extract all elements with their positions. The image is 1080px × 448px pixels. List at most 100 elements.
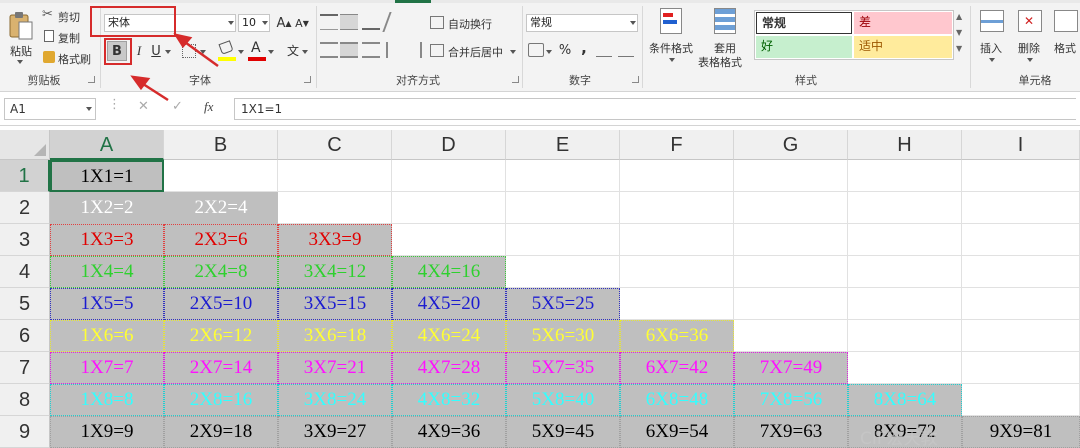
number-launcher-icon[interactable] [632, 76, 639, 83]
column-header-h[interactable]: H [848, 130, 962, 160]
cell-d4[interactable]: 4X4=16 [392, 256, 506, 288]
cell-a3[interactable]: 1X3=3 [50, 224, 164, 256]
cell-a6[interactable]: 1X6=6 [50, 320, 164, 352]
row-header-2[interactable]: 2 [0, 192, 50, 224]
font-name-dropdown-icon[interactable] [228, 21, 234, 25]
column-header-e[interactable]: E [506, 130, 620, 160]
increase-decimal-button[interactable] [596, 43, 612, 57]
cell-f9[interactable]: 6X9=54 [620, 416, 734, 448]
underline-button[interactable]: U [148, 41, 164, 61]
cell-d5[interactable]: 4X5=20 [392, 288, 506, 320]
cell-i9[interactable]: 9X9=81 [962, 416, 1080, 448]
cell-c4[interactable]: 3X4=12 [278, 256, 392, 288]
decrease-indent-button[interactable] [386, 42, 402, 58]
cut-button[interactable]: ✂ 剪切 [42, 7, 90, 24]
name-box[interactable]: A1 [4, 98, 96, 120]
cell-b6[interactable]: 2X6=12 [164, 320, 278, 352]
font-color-button[interactable]: A [248, 40, 266, 62]
fill-color-dropdown-icon[interactable] [238, 50, 244, 54]
font-color-dropdown-icon[interactable] [268, 50, 274, 54]
merge-center-button[interactable]: 合并后居中 [430, 42, 520, 60]
number-format-select[interactable]: 常规 [526, 14, 638, 32]
format-as-table-button[interactable]: 套用 表格格式 [698, 6, 752, 69]
cell-b7[interactable]: 2X7=14 [164, 352, 278, 384]
cancel-icon[interactable]: ✕ [138, 99, 149, 114]
increase-indent-button[interactable] [406, 42, 422, 58]
decrease-decimal-button[interactable] [618, 43, 634, 57]
gallery-scroll-down-icon[interactable]: ▼ [956, 28, 966, 40]
align-left-button[interactable] [320, 42, 338, 58]
paste-button[interactable]: 粘贴 [4, 6, 38, 64]
name-box-dropdown-icon[interactable] [86, 107, 92, 111]
format-painter-button[interactable]: 格式刷 [42, 50, 96, 66]
style-neutral[interactable]: 适中 [854, 36, 952, 58]
cell-b4[interactable]: 2X4=8 [164, 256, 278, 288]
align-bottom-button[interactable] [362, 14, 380, 30]
align-right-button[interactable] [362, 42, 380, 58]
row-header-3[interactable]: 3 [0, 224, 50, 256]
cell-c3[interactable]: 3X3=9 [278, 224, 392, 256]
align-top-button[interactable] [320, 14, 338, 30]
cell-c9[interactable]: 3X9=27 [278, 416, 392, 448]
column-header-g[interactable]: G [734, 130, 848, 160]
italic-button[interactable]: I [130, 41, 148, 61]
column-header-b[interactable]: B [164, 130, 278, 160]
cell-d9[interactable]: 4X9=36 [392, 416, 506, 448]
cell-c5[interactable]: 3X5=15 [278, 288, 392, 320]
format-cells-button[interactable]: 格式 [1050, 6, 1080, 68]
conditional-format-button[interactable]: 条件格式 [646, 6, 698, 68]
cell-a8[interactable]: 1X8=8 [50, 384, 164, 416]
cell-g8[interactable]: 7X8=56 [734, 384, 848, 416]
accounting-dropdown-icon[interactable] [546, 50, 552, 54]
delete-button[interactable]: ✕ 删除 [1012, 6, 1048, 68]
style-good[interactable]: 好 [756, 36, 852, 58]
cell-a9[interactable]: 1X9=9 [50, 416, 164, 448]
cell-c8[interactable]: 3X8=24 [278, 384, 392, 416]
cell-e5[interactable]: 5X5=25 [506, 288, 620, 320]
column-header-d[interactable]: D [392, 130, 506, 160]
cell-e6[interactable]: 5X6=30 [506, 320, 620, 352]
cell-d7[interactable]: 4X7=28 [392, 352, 506, 384]
style-bad[interactable]: 差 [854, 12, 952, 34]
column-header-c[interactable]: C [278, 130, 392, 160]
insert-button[interactable]: 插入 [974, 6, 1010, 68]
row-header-7[interactable]: 7 [0, 352, 50, 384]
fill-color-button[interactable] [218, 40, 236, 62]
shrink-font-button[interactable]: A ▼ [294, 13, 310, 33]
accounting-format-button[interactable] [528, 43, 544, 57]
gallery-more-icon[interactable]: ▼ [956, 44, 966, 56]
select-all-button[interactable] [0, 130, 50, 160]
column-header-a[interactable]: A [50, 130, 164, 160]
merge-center-dropdown-icon[interactable] [510, 50, 516, 54]
cell-e7[interactable]: 5X7=35 [506, 352, 620, 384]
gallery-scroll-up-icon[interactable]: ▲ [956, 12, 966, 24]
cell-e9[interactable]: 5X9=45 [506, 416, 620, 448]
clipboard-launcher-icon[interactable] [88, 76, 95, 83]
formula-input[interactable]: 1X1=1 [234, 98, 1076, 120]
cell-a7[interactable]: 1X7=7 [50, 352, 164, 384]
column-header-i[interactable]: I [962, 130, 1080, 160]
cell-d8[interactable]: 4X8=32 [392, 384, 506, 416]
cell-b9[interactable]: 2X9=18 [164, 416, 278, 448]
number-format-dropdown-icon[interactable] [630, 21, 636, 25]
row-header-9[interactable]: 9 [0, 416, 50, 448]
row-header-1[interactable]: 1 [0, 160, 50, 192]
insert-function-icon[interactable]: fx [204, 99, 213, 115]
cell-b2[interactable]: 2X2=4 [164, 192, 278, 224]
align-center-button[interactable] [340, 42, 358, 58]
style-normal[interactable]: 常规 [756, 12, 852, 34]
cell-b8[interactable]: 2X8=16 [164, 384, 278, 416]
row-header-6[interactable]: 6 [0, 320, 50, 352]
cell-a5[interactable]: 1X5=5 [50, 288, 164, 320]
borders-button[interactable] [182, 44, 196, 58]
cell-a4[interactable]: 1X4=4 [50, 256, 164, 288]
cell-c7[interactable]: 3X7=21 [278, 352, 392, 384]
percent-button[interactable]: % [556, 40, 574, 60]
cell-f8[interactable]: 6X8=48 [620, 384, 734, 416]
borders-dropdown-icon[interactable] [200, 50, 206, 54]
font-launcher-icon[interactable] [304, 76, 311, 83]
phonetic-dropdown-icon[interactable] [302, 50, 308, 54]
wrap-text-button[interactable]: 自动换行 [430, 14, 520, 32]
cell-h8[interactable]: 8X8=64 [848, 384, 962, 416]
grow-font-button[interactable]: A ▲ [276, 13, 292, 33]
